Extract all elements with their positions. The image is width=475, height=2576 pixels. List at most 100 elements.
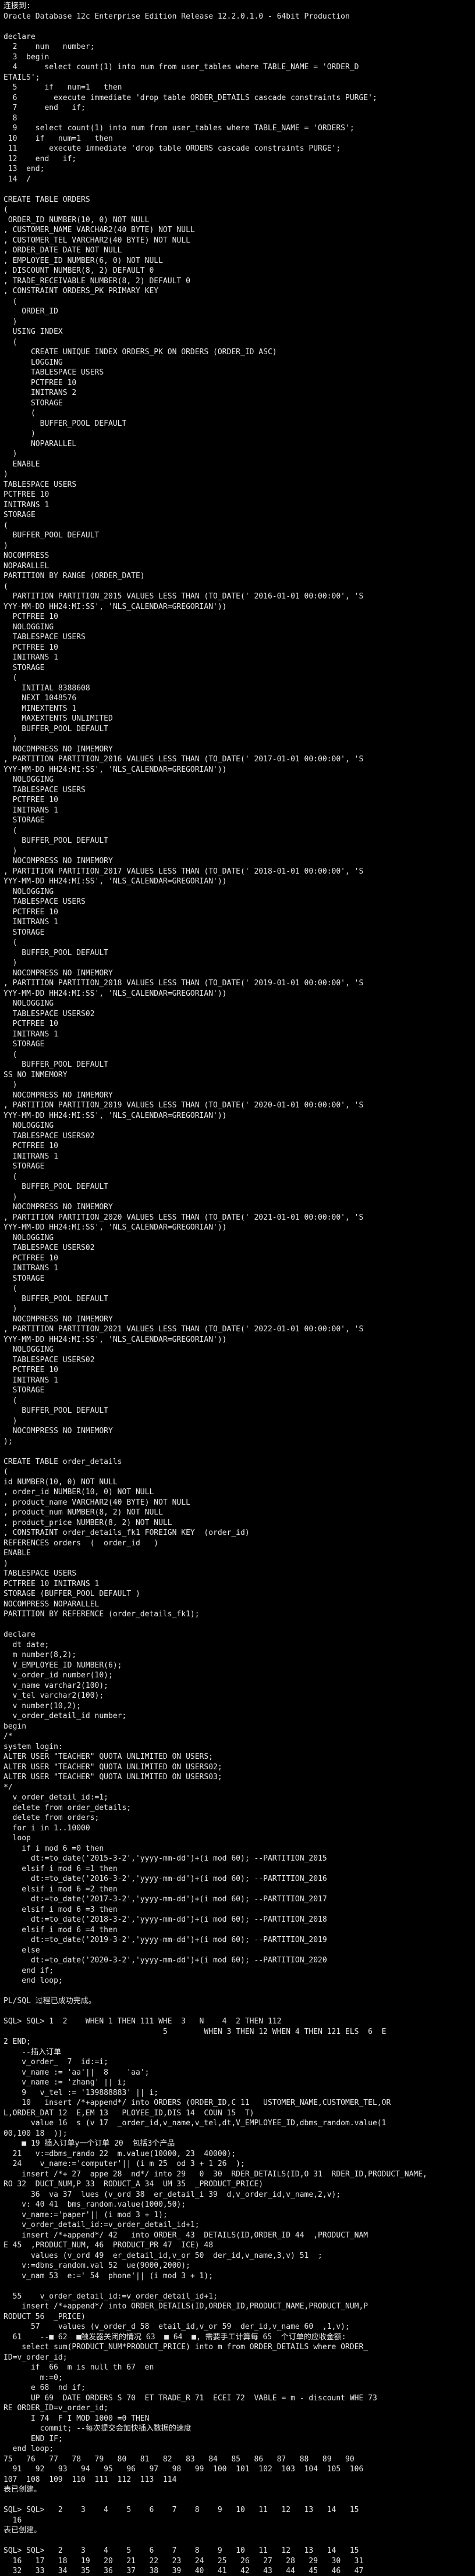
- terminal-line: NOPARALLEL: [3, 439, 77, 448]
- terminal-line: v_tel varchar2(100);: [3, 1691, 104, 1700]
- terminal-line: ): [3, 317, 17, 326]
- terminal-line: ): [3, 1081, 17, 1089]
- terminal-line: ORDER_ID NUMBER(10, 0) NOT NULL: [3, 215, 150, 225]
- terminal-line: INITRANS 1: [3, 806, 58, 815]
- terminal-line: values (v_ord 49 er_detail_id,v_or 50 de…: [3, 2251, 322, 2260]
- terminal-line: elsif i mod 6 =2 then: [3, 1884, 118, 1894]
- terminal-line: YYY-MM-DD HH24:MI:SS', 'NLS_CALENDAR=GRE…: [3, 1335, 227, 1344]
- terminal-line: ): [3, 429, 36, 438]
- terminal-line: I 74 F I MOD 1000 =0 THEN: [3, 2414, 150, 2423]
- terminal-line: value 16 s (v 17 _order_id,v_name,v_tel,…: [3, 2119, 387, 2128]
- terminal-line: YYY-MM-DD HH24:MI:SS', 'NLS_CALENDAR=GRE…: [3, 765, 227, 774]
- terminal-line: SQL> SQL> 2 3 4 5 6 7 8 9 10 11 12 13 14…: [3, 2506, 359, 2514]
- terminal-line: 55 v_order_detail_id:=v_order_detail_id+…: [3, 2292, 218, 2301]
- terminal-line: v_order_ 7 id:=i;: [3, 2058, 109, 2066]
- terminal-line: BUFFER_POOL DEFAULT: [3, 419, 127, 428]
- terminal-line: , CONSTRAINT order_details_fk1 FOREIGN K…: [3, 1529, 250, 1537]
- terminal-line: 7 end if;: [3, 104, 86, 112]
- terminal-line: (: [3, 337, 17, 347]
- terminal-line: YYY-MM-DD HH24:MI:SS', 'NLS_CALENDAR=GRE…: [3, 1111, 227, 1120]
- terminal-line: dt:=to_date('2018-3-2','yyyy-mm-dd')+(i …: [3, 1915, 327, 1924]
- terminal-line: STORAGE: [3, 663, 45, 672]
- terminal-line: END IF;: [3, 2434, 63, 2443]
- terminal-line: loop: [3, 1834, 31, 1843]
- terminal-line: (: [3, 1467, 8, 1476]
- terminal-line: INITRANS 1: [3, 1264, 58, 1273]
- terminal-line: INITRANS 2: [3, 389, 77, 397]
- terminal-window[interactable]: 连接到: Oracle Database 12c Enterprise Editi…: [0, 0, 475, 2576]
- terminal-line: TABLESPACE USERS02: [3, 1009, 95, 1018]
- terminal-line: 36 va 37 lues (v_ord 38 er_detail_i 39 d…: [3, 2190, 341, 2199]
- terminal-line: ): [3, 1192, 17, 1202]
- terminal-line: 61 --■ 62 ■触发器关闭的情况 63 ■ 64 ■, 需要手工计算每 6…: [3, 2332, 346, 2342]
- terminal-line: ): [3, 450, 17, 458]
- terminal-line: elsif i mod 6 =4 then: [3, 1925, 118, 1934]
- terminal-line: v_order_detail_id number;: [3, 1712, 127, 1720]
- terminal-line: NOCOMPRESS NO INMEMORY: [3, 744, 113, 754]
- terminal-line: PCTFREE 10 INITRANS 1: [3, 1579, 100, 1588]
- terminal-line: CREATE TABLE order_details: [3, 1457, 122, 1466]
- terminal-line: , PARTITION PARTITION_2021 VALUES LESS T…: [3, 1325, 364, 1334]
- terminal-line: elsif i mod 6 =3 then: [3, 1905, 118, 1914]
- terminal-line: 16 17 18 19 20 21 22 23 24 25 26 27 28 2…: [3, 2556, 364, 2566]
- terminal-line: NOCOMPRESS NO INMEMORY: [3, 1427, 113, 1435]
- terminal-line: NOLOGGING: [3, 887, 54, 896]
- terminal-line: YYY-MM-DD HH24:MI:SS', 'NLS_CALENDAR=GRE…: [3, 877, 227, 886]
- terminal-line: INITRANS 1: [3, 653, 58, 662]
- terminal-line: TABLESPACE USERS: [3, 368, 104, 377]
- terminal-line: NOCOMPRESS: [3, 551, 49, 560]
- terminal-line: L,ORDER_DAT 12 E,EM 13 PLOYEE_ID,DIS 14 …: [3, 2108, 254, 2118]
- terminal-line: 14 /: [3, 174, 31, 184]
- terminal-line: PCTFREE 10: [3, 1366, 58, 1374]
- terminal-line: 12 end if;: [3, 154, 77, 163]
- terminal-line: 3 begin: [3, 52, 49, 62]
- terminal-line: insert /*+append*/ into ORDER_DETAILS(ID…: [3, 2302, 368, 2311]
- terminal-line: , PARTITION PARTITION_2018 VALUES LESS T…: [3, 979, 364, 988]
- terminal-line: YYY-MM-DD HH24:MI:SS', 'NLS_CALENDAR=GRE…: [3, 602, 227, 611]
- terminal-line: NEXT 1048576: [3, 694, 77, 703]
- terminal-line: NOCOMPRESS NO INMEMORY: [3, 1091, 113, 1100]
- terminal-output: 连接到: Oracle Database 12c Enterprise Editi…: [3, 1, 472, 2576]
- terminal-line: NOLOGGING: [3, 775, 54, 784]
- terminal-line: TABLESPACE USERS: [3, 1569, 77, 1578]
- terminal-line: YYY-MM-DD HH24:MI:SS', 'NLS_CALENDAR=GRE…: [3, 1223, 227, 1232]
- terminal-line: v_name varchar2(100);: [3, 1681, 109, 1690]
- terminal-line: PCTFREE 10: [3, 1253, 58, 1263]
- terminal-line: BUFFER_POOL DEFAULT: [3, 948, 109, 957]
- terminal-line: if i mod 6 =0 then: [3, 1844, 104, 1853]
- terminal-line: end if;: [3, 1966, 54, 1975]
- terminal-line: E 45 ,PRODUCT_NUM, 46 PRODUCT_PR 47 ICE)…: [3, 2241, 214, 2250]
- terminal-line: PCTFREE 10: [3, 643, 58, 652]
- terminal-line: TABLESPACE USERS: [3, 480, 77, 489]
- terminal-line: dt:=to_date('2019-3-2','yyyy-mm-dd')+(i …: [3, 1936, 327, 1944]
- terminal-line: (: [3, 1050, 17, 1059]
- terminal-line: ■ 19 插入订单y一个订单 20 包括3个产品: [3, 2139, 175, 2148]
- terminal-line: , TRADE_RECEIVABLE NUMBER(8, 2) DEFAULT …: [3, 276, 190, 286]
- terminal-line: , PARTITION PARTITION_2020 VALUES LESS T…: [3, 1213, 364, 1222]
- terminal-line: ): [3, 959, 17, 967]
- terminal-line: 13 end;: [3, 165, 45, 173]
- terminal-line: declare: [3, 1630, 36, 1639]
- terminal-line: (: [3, 1396, 17, 1405]
- terminal-line: end loop;: [3, 2445, 54, 2453]
- terminal-line: v number(10,2);: [3, 1701, 81, 1711]
- terminal-line: SQL> SQL> 1 2 WHEN 1 THEN 111 WHE 3 N 4 …: [3, 2017, 282, 2026]
- terminal-line: v: 40 41 bms_random.value(1000,50);: [3, 2200, 186, 2209]
- terminal-line: , PARTITION PARTITION_2017 VALUES LESS T…: [3, 867, 364, 876]
- terminal-line: 75 76 77 78 79 80 81 82 83 84 85 86 87 8…: [3, 2454, 355, 2464]
- terminal-line: PCTFREE 10: [3, 378, 77, 387]
- terminal-line: ETAILS';: [3, 73, 40, 82]
- terminal-line: LOGGING: [3, 358, 63, 367]
- terminal-line: USING INDEX: [3, 327, 63, 336]
- terminal-line: declare: [3, 32, 36, 41]
- terminal-line: 24 v_name:='computer'|| (i m 25 od 3 + 1…: [3, 2160, 245, 2168]
- terminal-line: ): [3, 1416, 17, 1426]
- terminal-line: BUFFER_POOL DEFAULT: [3, 724, 109, 733]
- terminal-line: dt:=to_date('2016-3-2','yyyy-mm-dd')+(i …: [3, 1875, 327, 1883]
- terminal-line: 11 execute immediate 'drop table ORDERS …: [3, 144, 341, 153]
- terminal-line: 16: [3, 2516, 22, 2525]
- terminal-line: NOCOMPRESS NO INMEMORY: [3, 857, 113, 865]
- terminal-line: RE ORDER_ID=v_order_id;: [3, 2404, 109, 2413]
- terminal-line: ): [3, 1559, 8, 1568]
